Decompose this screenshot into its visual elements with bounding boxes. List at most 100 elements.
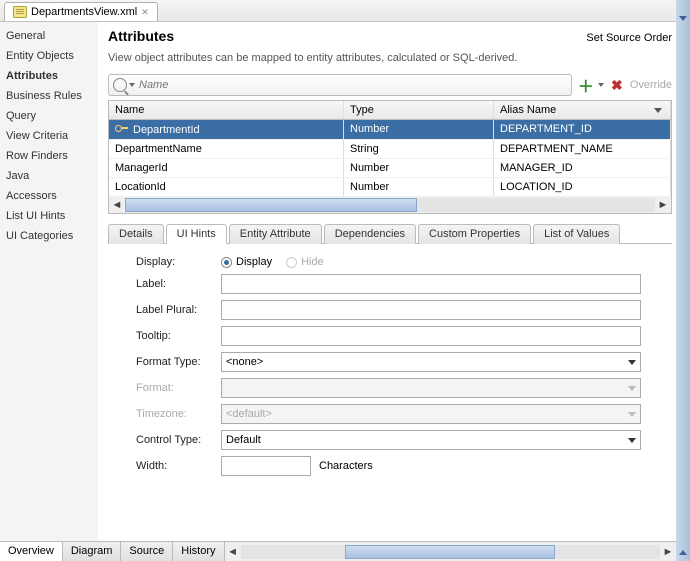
sidebar-item-java[interactable]: Java: [0, 166, 98, 186]
bottom-tab-history[interactable]: History: [173, 542, 224, 561]
subtab-dependencies[interactable]: Dependencies: [324, 224, 416, 244]
chevron-down-icon[interactable]: [129, 83, 135, 87]
chevron-down-icon: [628, 412, 636, 417]
scroll-down-icon: [679, 16, 687, 21]
scroll-track[interactable]: [241, 545, 660, 559]
width-label: Width:: [136, 460, 221, 472]
display-radio[interactable]: Display: [221, 256, 272, 268]
label-label: Label:: [136, 278, 221, 290]
format-select: [221, 378, 641, 398]
table-horizontal-scrollbar[interactable]: ◄ ►: [109, 197, 671, 213]
scroll-left-icon[interactable]: ◄: [225, 546, 241, 558]
close-icon[interactable]: ✕: [141, 7, 149, 18]
page-title: Attributes: [108, 28, 174, 44]
scroll-thumb[interactable]: [345, 545, 555, 559]
ui-hints-form: Display: Display Hide Label: Label Plura…: [136, 256, 690, 476]
search-input[interactable]: [139, 79, 567, 91]
timezone-select: <default>: [221, 404, 641, 424]
subtab-details[interactable]: Details: [108, 224, 164, 244]
bottom-tab-source[interactable]: Source: [121, 542, 173, 561]
subtab-list-of-values[interactable]: List of Values: [533, 224, 620, 244]
bottom-horizontal-scrollbar[interactable]: ◄ ►: [225, 542, 676, 561]
timezone-label: Timezone:: [136, 408, 221, 420]
table-row[interactable]: LocationId Number LOCATION_ID: [109, 178, 671, 197]
delete-button[interactable]: ✖: [608, 76, 626, 94]
editor-bottom-tabs: Overview Diagram Source History ◄ ►: [0, 541, 676, 561]
xml-file-icon: [13, 6, 27, 18]
display-radio-label: Display: [236, 256, 272, 268]
help-strip: [98, 22, 690, 26]
col-alias[interactable]: Alias Name: [494, 101, 671, 119]
scroll-left-icon[interactable]: ◄: [109, 199, 125, 211]
width-input[interactable]: [221, 456, 311, 476]
control-type-select[interactable]: Default: [221, 430, 641, 450]
format-label: Format:: [136, 382, 221, 394]
table-row[interactable]: DepartmentName String DEPARTMENT_NAME: [109, 140, 671, 159]
sidebar-item-business-rules[interactable]: Business Rules: [0, 86, 98, 106]
cell-name: DepartmentId: [133, 124, 200, 136]
subtab-custom-properties[interactable]: Custom Properties: [418, 224, 531, 244]
bottom-tab-overview[interactable]: Overview: [0, 542, 63, 561]
scroll-track[interactable]: [125, 198, 655, 212]
cell-name: DepartmentName: [109, 140, 344, 158]
tooltip-input[interactable]: [221, 326, 641, 346]
set-source-order-link[interactable]: Set Source Order: [586, 32, 672, 44]
cell-alias: DEPARTMENT_ID: [494, 120, 671, 139]
attributes-table: Name Type Alias Name DepartmentId Number…: [108, 100, 672, 214]
cell-name: ManagerId: [109, 159, 344, 177]
label-plural-label: Label Plural:: [136, 304, 221, 316]
cell-name: LocationId: [109, 178, 344, 196]
file-tab[interactable]: DepartmentsView.xml ✕: [4, 2, 158, 21]
format-type-value: <none>: [226, 356, 263, 368]
width-suffix: Characters: [319, 460, 373, 472]
timezone-value: <default>: [226, 408, 272, 420]
cell-type: Number: [344, 159, 494, 177]
sidebar-item-list-ui-hints[interactable]: List UI Hints: [0, 206, 98, 226]
control-type-value: Default: [226, 434, 261, 446]
chevron-down-icon: [628, 438, 636, 443]
sidebar-item-query[interactable]: Query: [0, 106, 98, 126]
col-name[interactable]: Name: [109, 101, 344, 119]
sidebar-item-entity-objects[interactable]: Entity Objects: [0, 46, 98, 66]
scroll-thumb[interactable]: [125, 198, 417, 212]
add-dropdown-icon[interactable]: [598, 83, 604, 87]
page-description: View object attributes can be mapped to …: [108, 52, 690, 64]
table-header: Name Type Alias Name: [109, 101, 671, 120]
display-label: Display:: [136, 256, 221, 268]
cell-alias: LOCATION_ID: [494, 178, 671, 196]
col-type[interactable]: Type: [344, 101, 494, 119]
label-input[interactable]: [221, 274, 641, 294]
sidebar-item-ui-categories[interactable]: UI Categories: [0, 226, 98, 246]
sidebar-item-attributes[interactable]: Attributes: [0, 66, 98, 86]
search-icon: [113, 78, 127, 92]
col-alias-label: Alias Name: [500, 104, 556, 116]
sidebar-item-accessors[interactable]: Accessors: [0, 186, 98, 206]
table-row[interactable]: DepartmentId Number DEPARTMENT_ID: [109, 120, 671, 140]
scroll-right-icon[interactable]: ►: [660, 546, 676, 558]
override-label: Override: [630, 79, 672, 91]
detail-subtabs: Details UI Hints Entity Attribute Depend…: [108, 224, 690, 244]
chevron-down-icon[interactable]: [654, 108, 662, 113]
add-button[interactable]: ＋: [576, 75, 596, 95]
cell-alias: MANAGER_ID: [494, 159, 671, 177]
bottom-tab-diagram[interactable]: Diagram: [63, 542, 122, 561]
table-row[interactable]: ManagerId Number MANAGER_ID: [109, 159, 671, 178]
hide-radio[interactable]: Hide: [286, 256, 324, 268]
scroll-right-icon[interactable]: ►: [655, 199, 671, 211]
format-type-select[interactable]: <none>: [221, 352, 641, 372]
subtab-entity-attribute[interactable]: Entity Attribute: [229, 224, 322, 244]
tooltip-label: Tooltip:: [136, 330, 221, 342]
chevron-down-icon: [628, 360, 636, 365]
cell-type: Number: [344, 178, 494, 196]
chevron-down-icon: [628, 386, 636, 391]
sidebar-item-row-finders[interactable]: Row Finders: [0, 146, 98, 166]
hide-radio-label: Hide: [301, 256, 324, 268]
label-plural-input[interactable]: [221, 300, 641, 320]
sidebar-item-general[interactable]: General: [0, 26, 98, 46]
sidebar-item-view-criteria[interactable]: View Criteria: [0, 126, 98, 146]
subtab-ui-hints[interactable]: UI Hints: [166, 224, 227, 244]
search-box[interactable]: [108, 74, 572, 96]
cell-alias: DEPARTMENT_NAME: [494, 140, 671, 158]
scroll-up-icon: [678, 547, 688, 557]
control-type-label: Control Type:: [136, 434, 221, 446]
